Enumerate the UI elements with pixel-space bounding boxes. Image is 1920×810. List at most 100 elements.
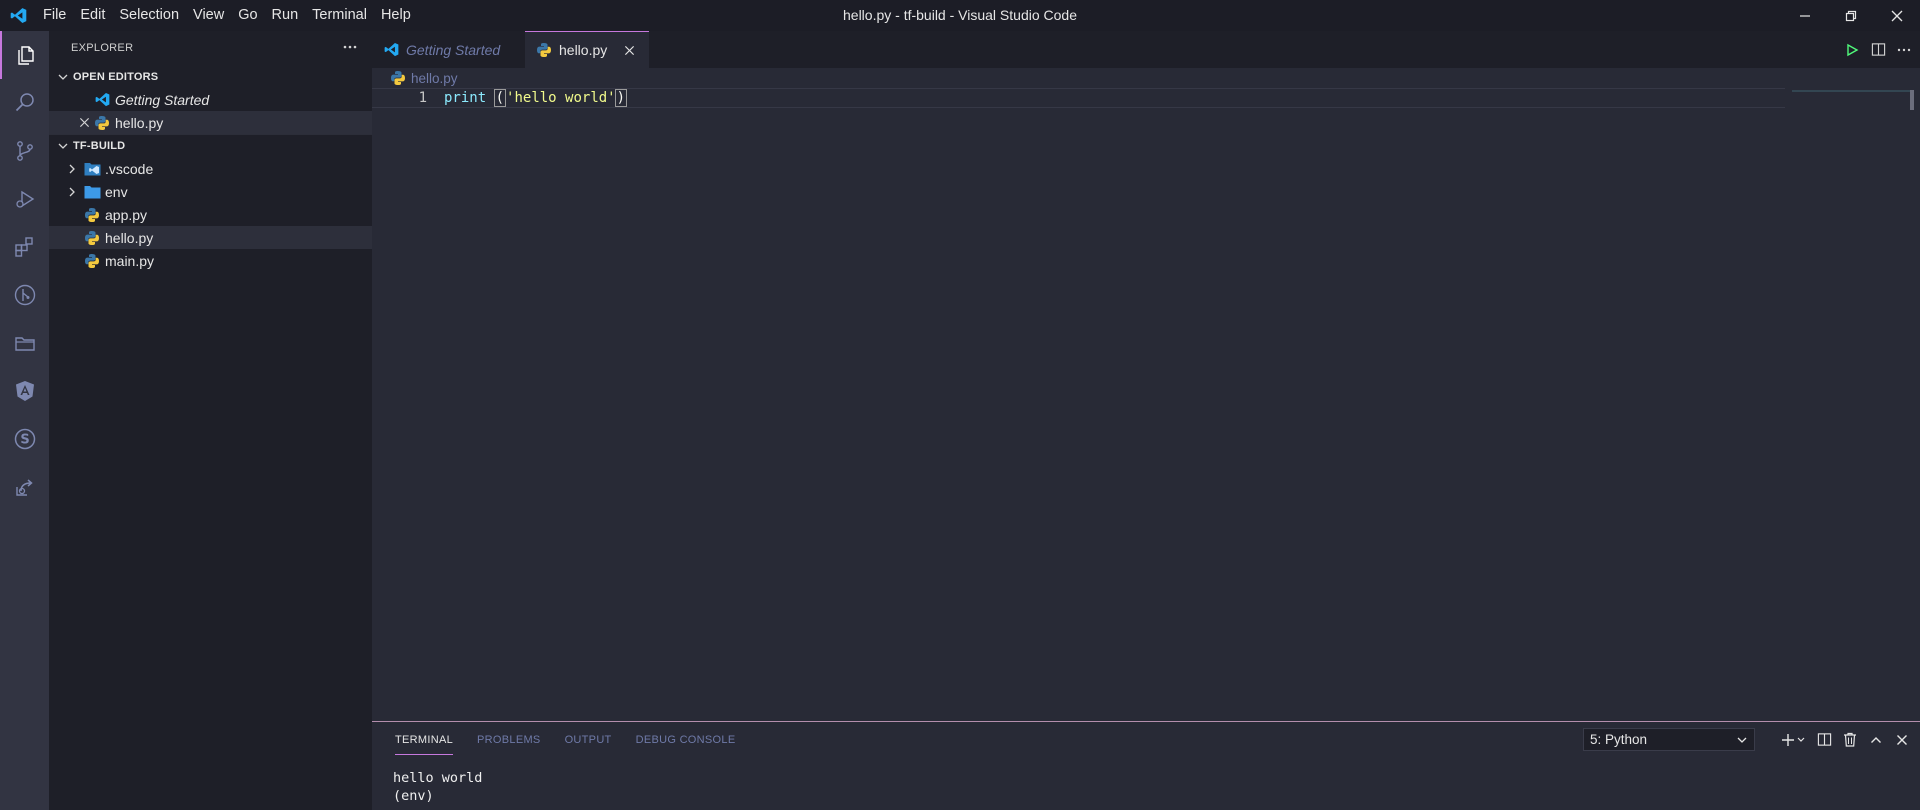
breadcrumb[interactable]: hello.py [372,68,1920,88]
explorer-header: EXPLORER [49,31,372,65]
menu-edit[interactable]: Edit [73,0,112,31]
code-line[interactable]: 1 print ('hello world') [372,88,1785,108]
menu-run[interactable]: Run [265,0,306,31]
panel-tab-debug-console[interactable]: DEBUG CONSOLE [636,734,736,746]
open-editors-section[interactable]: OPEN EDITORS [49,65,372,88]
tab-hello-py[interactable]: hello.py [525,31,649,68]
vscode-logo-icon [0,0,36,31]
live-share-icon [15,479,33,496]
python-icon [83,252,101,270]
menu-file[interactable]: File [36,0,73,31]
live-share-activity[interactable] [0,463,49,511]
angular-activity[interactable] [0,367,49,415]
python-icon [83,206,101,224]
files-icon [17,46,34,65]
menu-terminal[interactable]: Terminal [305,0,374,31]
tree-item-hello-py[interactable]: hello.py [49,226,372,249]
git-icon [14,284,35,306]
tree-item-label: main.py [105,252,155,269]
tree-item-env-folder[interactable]: env [49,180,372,203]
live-share-s-activity[interactable]: S [0,415,49,463]
close-editor-icon[interactable] [75,117,93,128]
code-keyword: print [444,90,487,106]
python-icon [390,70,406,86]
chevron-down-icon [58,74,68,80]
close-window-button[interactable] [1874,0,1920,31]
run-debug-activity[interactable] [0,175,49,223]
tree-item-label: hello.py [105,229,154,246]
python-icon [93,114,111,132]
open-editor-item-hello-py[interactable]: hello.py [49,111,372,134]
git-graph-activity[interactable] [0,271,49,319]
close-tab-icon[interactable] [621,42,637,58]
open-editors-title: OPEN EDITORS [73,70,159,83]
run-python-file-icon[interactable] [1844,42,1860,58]
menu-help[interactable]: Help [374,0,418,31]
search-icon [15,93,34,112]
tree-item-main-py[interactable]: main.py [49,249,372,272]
title-bar: File Edit Selection View Go Run Terminal… [0,0,1920,31]
python-icon [535,41,553,59]
svg-text:S: S [20,433,29,448]
folders-icon [14,337,35,351]
extensions-activity[interactable] [0,223,49,271]
explorer-title: EXPLORER [71,42,134,54]
tab-getting-started[interactable]: Getting Started [372,31,525,68]
panel-actions [1780,728,1910,751]
tree-item-app-py[interactable]: app.py [49,203,372,226]
minimap[interactable] [1792,90,1912,92]
panel-tab-terminal[interactable]: TERMINAL [395,734,454,755]
bottom-panel: TERMINAL PROBLEMS OUTPUT DEBUG CONSOLE 5… [372,721,1920,810]
panel-tab-problems[interactable]: PROBLEMS [477,734,541,746]
activity-bar: S [0,31,49,810]
more-actions-icon[interactable] [1896,42,1912,58]
search-activity[interactable] [0,79,49,127]
close-panel-icon[interactable] [1894,732,1910,748]
project-manager-activity[interactable] [0,319,49,367]
breadcrumb-file[interactable]: hello.py [411,71,458,86]
tab-label: hello.py [559,42,608,58]
explorer-activity[interactable] [0,31,49,79]
code-string: 'hello world' [506,90,616,106]
open-editor-label: Getting Started [115,91,210,108]
folder-icon [83,183,101,201]
tree-item-label: .vscode [105,160,154,177]
close-icon [1891,10,1903,21]
terminal-line: (env) [393,788,434,804]
restore-button[interactable] [1828,0,1874,31]
chevron-up-icon[interactable] [1868,732,1884,748]
minimize-icon [1800,14,1810,17]
chevron-right-icon [69,187,75,196]
workspace-section[interactable]: TF-BUILD [49,134,372,157]
source-control-activity[interactable] [0,127,49,175]
menu-go[interactable]: Go [231,0,264,31]
debug-icon [15,190,34,208]
panel-tab-output[interactable]: OUTPUT [565,734,612,746]
new-terminal-button[interactable] [1780,732,1806,748]
vscode-icon [382,41,400,59]
chevron-right-icon [69,164,75,173]
split-terminal-icon[interactable] [1816,732,1832,748]
code-text[interactable]: print ('hello world') [444,89,628,107]
editor-area: Getting Started hello.py hello.py 1 prin… [372,31,1920,721]
s-circle-icon: S [14,428,35,450]
menu-bar: File Edit Selection View Go Run Terminal… [36,0,418,31]
workspace-title: TF-BUILD [73,140,126,152]
tree-item-vscode-folder[interactable]: .vscode [49,157,372,180]
open-editor-label: hello.py [115,114,164,131]
split-editor-icon[interactable] [1870,42,1886,58]
open-editor-item-getting-started[interactable]: Getting Started [49,88,372,111]
trash-icon[interactable] [1842,732,1858,748]
restore-icon [1845,10,1857,21]
vscode-icon [93,91,111,109]
tree-item-label: app.py [105,206,148,223]
minimize-button[interactable] [1782,0,1828,31]
menu-selection[interactable]: Selection [112,0,186,31]
line-number: 1 [418,90,427,106]
menu-view[interactable]: View [186,0,231,31]
terminal-output[interactable]: hello world (env) [372,769,1920,805]
code-close-paren: ) [614,89,628,107]
code-open-paren: ( [493,89,507,107]
terminal-select[interactable]: 5: Python [1583,728,1755,751]
more-actions-icon[interactable] [342,39,358,58]
